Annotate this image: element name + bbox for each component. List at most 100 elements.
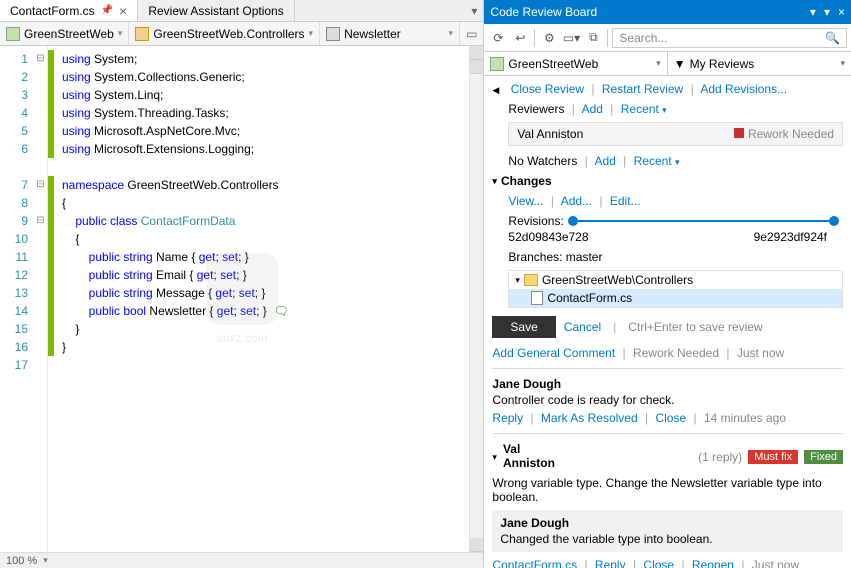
chevron-down-icon: ▾ — [449, 28, 454, 39]
csharp-icon — [490, 57, 504, 71]
close-comment-link[interactable]: Close — [643, 558, 674, 568]
reply-link[interactable]: Reply — [595, 558, 626, 568]
tree-folder[interactable]: ▾ GreenStreetWeb\Controllers — [509, 271, 842, 289]
crumb-project[interactable]: GreenStreetWeb ▾ — [0, 22, 129, 45]
chevron-down-icon: ▾ — [309, 28, 314, 39]
scroll-split-icon[interactable] — [470, 46, 483, 60]
class-icon — [135, 27, 149, 41]
folder-icon — [524, 274, 538, 286]
search-input[interactable]: Search... 🔍 — [612, 28, 847, 48]
branch-name: master — [566, 250, 603, 264]
general-status: Rework Needed — [633, 346, 719, 360]
reply-link[interactable]: Reply — [492, 411, 523, 425]
code-editor[interactable]: 1234567891011121314151617 ⊟⊟⊟ using Syst… — [0, 46, 483, 552]
scroll-down-icon[interactable] — [470, 538, 483, 552]
crumb-member[interactable]: Newsletter ▾ — [320, 22, 460, 45]
add-revisions-link[interactable]: Add Revisions... — [700, 82, 787, 96]
status-dot-icon — [734, 128, 744, 138]
revision-slider[interactable]: Revisions: — [508, 214, 843, 228]
reviewer-status: Rework Needed — [748, 127, 834, 141]
tab-overflow-icon[interactable]: ▾ — [465, 0, 483, 21]
code-area[interactable]: using System; using System.Collections.G… — [54, 46, 469, 552]
add-watcher-link[interactable]: Add — [594, 154, 615, 168]
tab-review-options[interactable]: Review Assistant Options — [138, 0, 294, 21]
add-reviewer-link[interactable]: Add — [582, 102, 603, 116]
vertical-scrollbar[interactable] — [469, 46, 483, 552]
tree-file[interactable]: ContactForm.cs — [509, 289, 842, 307]
reply-count: (1 reply) — [698, 450, 742, 464]
wrench-icon — [326, 27, 340, 41]
close-icon[interactable]: × — [119, 4, 127, 18]
comment-bubble-icon[interactable]: 🗨 — [274, 304, 289, 318]
add-general-comment-link[interactable]: Add General Comment — [492, 346, 615, 360]
cancel-link[interactable]: Cancel — [564, 320, 601, 334]
code-review-panel: Code Review Board ▾ ▾ × ⟳ ↩ ⚙ ▭▾ ⧉ Searc… — [484, 0, 851, 568]
tab-contactform[interactable]: ContactForm.cs 📌 × — [0, 0, 138, 21]
recent-reviewers-link[interactable]: Recent — [621, 102, 659, 116]
restart-review-link[interactable]: Restart Review — [602, 82, 683, 96]
comment-body: Controller code is ready for check. — [492, 393, 843, 407]
save-button[interactable]: Save — [492, 316, 555, 338]
dropdown-arrow-icon[interactable]: ▾ — [810, 5, 816, 19]
changes-section-header[interactable]: ▾ Changes — [492, 174, 843, 188]
revision-left: 52d09843e728 — [508, 230, 588, 244]
comment-time: Just now — [752, 558, 799, 568]
project-selector[interactable]: GreenStreetWeb ▾ — [484, 52, 667, 75]
add-changes-link[interactable]: Add... — [561, 194, 592, 208]
revision-right: 9e2923df924f — [754, 230, 827, 244]
view-changes-link[interactable]: View... — [508, 194, 543, 208]
comment-time: 14 minutes ago — [704, 411, 786, 425]
panel-header: Code Review Board ▾ ▾ × — [484, 0, 851, 24]
comment-1: Jane Dough Controller code is ready for … — [492, 377, 843, 425]
reopen-link[interactable]: Reopen — [692, 558, 734, 568]
crumb-class[interactable]: GreenStreetWeb.Controllers ▾ — [129, 22, 320, 45]
copy-icon[interactable]: ⧉ — [583, 28, 603, 48]
comment-body: Wrong variable type. Change the Newslett… — [492, 476, 843, 504]
tab-label: ContactForm.cs — [10, 4, 95, 18]
reviewer-name: Val Anniston — [517, 127, 583, 141]
recent-watchers-link[interactable]: Recent — [634, 154, 672, 168]
line-number-gutter: 1234567891011121314151617 — [0, 46, 34, 552]
scroll-up-icon[interactable] — [470, 60, 483, 74]
fold-column[interactable]: ⊟⊟⊟ — [34, 46, 48, 552]
zoom-chevron-icon[interactable]: ▾ — [43, 555, 48, 566]
close-icon[interactable]: × — [838, 5, 845, 19]
comment-file-link[interactable]: ContactForm.cs — [492, 558, 577, 568]
split-editor-icon[interactable]: ▭ — [460, 22, 483, 45]
reply-author: Jane Dough — [500, 516, 835, 530]
chevron-down-icon: ▾ — [118, 28, 123, 39]
tab-label: Review Assistant Options — [148, 4, 283, 18]
breadcrumb: GreenStreetWeb ▾ GreenStreetWeb.Controll… — [0, 22, 483, 46]
editor-pane: ContactForm.cs 📌 × Review Assistant Opti… — [0, 0, 484, 568]
review-content: ◀ Close Review | Restart Review | Add Re… — [484, 76, 851, 568]
review-toolbar: ⟳ ↩ ⚙ ▭▾ ⧉ Search... 🔍 — [484, 24, 851, 52]
comment-author: Val Anniston — [503, 442, 555, 470]
back-icon[interactable]: ↩ — [510, 28, 530, 48]
reviewers-label: Reviewers — [508, 102, 564, 116]
file-tree: ▾ GreenStreetWeb\Controllers ContactForm… — [508, 270, 843, 308]
pin-icon[interactable]: ▾ — [824, 5, 830, 19]
reply-body: Changed the variable type into boolean. — [500, 532, 835, 546]
close-comment-link[interactable]: Close — [655, 411, 686, 425]
reviewer-item[interactable]: Val Anniston Rework Needed — [508, 122, 843, 146]
pin-icon[interactable]: 📌 — [101, 5, 113, 16]
file-icon — [531, 291, 543, 305]
refresh-icon[interactable]: ⟳ — [488, 28, 508, 48]
watchers-label: No Watchers — [508, 154, 577, 168]
zoom-level[interactable]: 100 % — [0, 555, 43, 567]
horizontal-scrollbar[interactable]: 100 % ▾ — [0, 552, 483, 568]
filter-selector[interactable]: ▼ My Reviews ▾ — [668, 52, 851, 75]
close-review-link[interactable]: Close Review — [511, 82, 584, 96]
fixed-badge: Fixed — [804, 450, 843, 464]
layout-icon[interactable]: ▭▾ — [561, 28, 581, 48]
edit-changes-link[interactable]: Edit... — [610, 194, 641, 208]
gear-icon[interactable]: ⚙ — [539, 28, 559, 48]
csharp-file-icon — [6, 27, 20, 41]
search-icon: 🔍 — [825, 31, 840, 45]
filter-row: GreenStreetWeb ▾ ▼ My Reviews ▾ — [484, 52, 851, 76]
comment-reply: Jane Dough Changed the variable type int… — [492, 510, 843, 552]
save-hint: Ctrl+Enter to save review — [628, 320, 762, 334]
mark-resolved-link[interactable]: Mark As Resolved — [541, 411, 638, 425]
document-tabs: ContactForm.cs 📌 × Review Assistant Opti… — [0, 0, 483, 22]
comment-2: ▾ Val Anniston (1 reply) Must fix Fixed … — [492, 442, 843, 568]
